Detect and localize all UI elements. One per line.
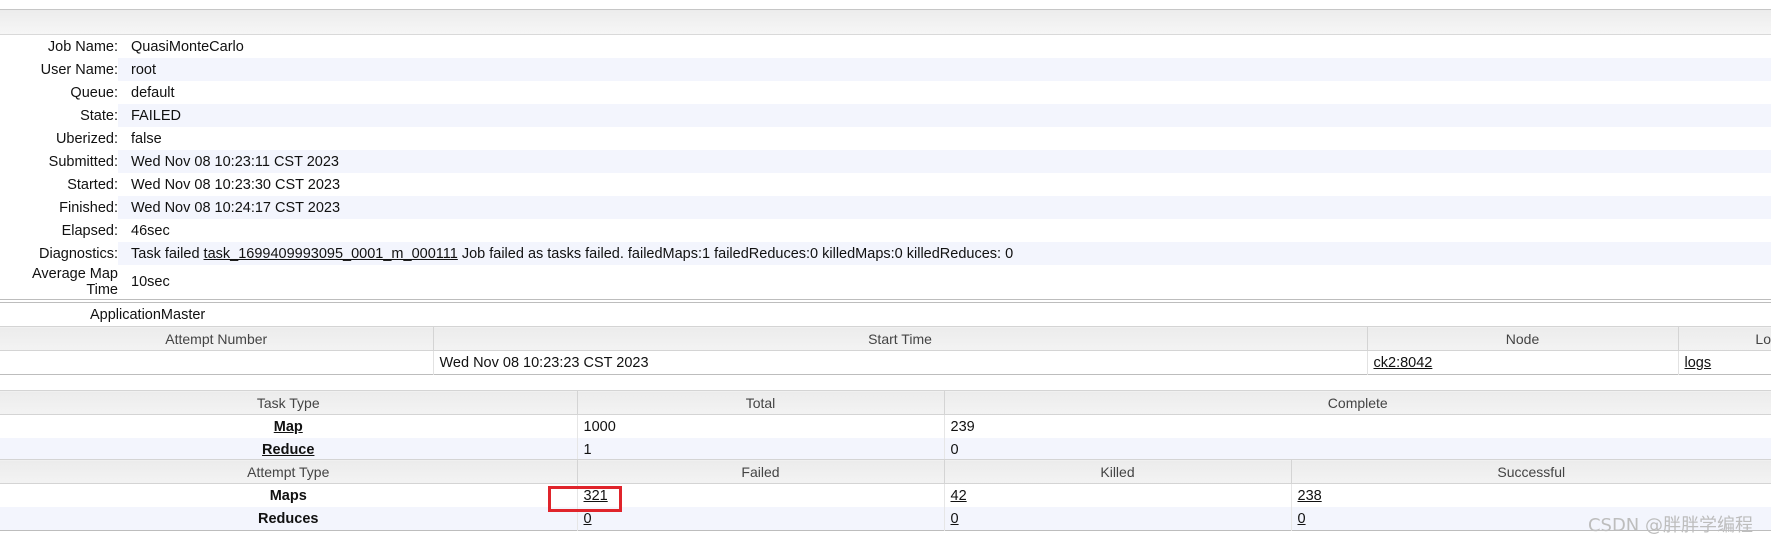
failed-task-link[interactable]: task_1699409993095_0001_m_000111 (204, 246, 458, 262)
column-header-logs[interactable]: Lo (1677, 326, 1771, 351)
info-label: Uberized: (55, 130, 118, 147)
killed-maps-link[interactable]: 42 (951, 488, 967, 504)
info-row-uberized: Uberized: false (0, 127, 1771, 150)
diagnostics-text: Job failed as tasks failed. failedMaps:1… (457, 245, 1014, 262)
column-header-total: Total (576, 390, 944, 415)
attempt-type-header-row: Attempt Type Failed Killed Successful (0, 459, 1771, 484)
info-label: Diagnostics: (39, 245, 118, 262)
info-value: default (131, 84, 175, 101)
info-value: FAILED (118, 104, 1771, 127)
column-header-complete: Complete (943, 390, 1771, 415)
column-header-node[interactable]: Node (1366, 326, 1678, 351)
attempt-summary-table: Attempt Type Failed Killed Successful Ma… (0, 459, 1771, 531)
complete-cell: 239 (943, 414, 1771, 438)
watermark: CSDN @胖胖学编程 (1587, 515, 1753, 536)
failed-cell: 321 (576, 483, 944, 507)
info-value: Task failed task_1699409993095_0001_m_00… (118, 242, 1771, 265)
column-header-start-time[interactable]: Start Time (432, 326, 1367, 351)
info-value: Wed Nov 08 10:24:17 CST 2023 (118, 196, 1771, 219)
info-label: Started: (67, 176, 118, 193)
total-cell: 1 (576, 438, 944, 462)
application-master-caption: ApplicationMaster (0, 302, 1771, 327)
column-header-attempt-type: Attempt Type (0, 459, 577, 484)
info-label: Submitted: (48, 153, 118, 170)
killed-reduces-link[interactable]: 0 (951, 511, 959, 527)
table-row: Wed Nov 08 10:23:23 CST 2023 ck2:8042 lo… (0, 350, 1771, 375)
attempt-type-cell: Maps (269, 487, 307, 504)
task-type-cell: Map (0, 415, 577, 439)
info-row-queue: Queue: default (0, 81, 1771, 104)
info-label: User Name: (40, 61, 118, 78)
info-label: Job Name: (47, 38, 118, 55)
info-row-user-name: User Name: root (0, 58, 1771, 81)
application-master-caption-row: ApplicationMaster (0, 302, 1771, 327)
info-row-state: State: FAILED (0, 104, 1771, 127)
column-header-task-type: Task Type (0, 390, 577, 415)
successful-reduces-link[interactable]: 0 (1298, 511, 1306, 527)
info-value: QuasiMonteCarlo (131, 38, 244, 55)
info-label: Average Map Time (32, 266, 118, 298)
table-row: Reduce 1 0 (0, 438, 1771, 462)
killed-cell: 42 (943, 483, 1291, 507)
total-cell: 1000 (576, 414, 944, 438)
attempt-number-cell (0, 351, 433, 375)
info-value: 10sec (131, 274, 170, 290)
red-highlight-box (548, 486, 622, 512)
info-label: State: (80, 107, 118, 124)
info-row-submitted: Submitted: Wed Nov 08 10:23:11 CST 2023 (0, 150, 1771, 173)
task-summary-table: Task Type Total Complete Map 1000 239 Re… (0, 390, 1771, 462)
info-value: false (131, 130, 162, 147)
info-value: Wed Nov 08 10:23:11 CST 2023 (118, 150, 1771, 173)
column-header-killed: Killed (943, 459, 1291, 484)
logs-cell: logs (1677, 350, 1771, 375)
info-row-average-map-time: Average Map Time 10sec (0, 265, 1771, 300)
start-time-cell: Wed Nov 08 10:23:23 CST 2023 (432, 350, 1367, 375)
table-row: Maps 321 42 238 (0, 483, 1771, 507)
column-header-successful: Successful (1290, 459, 1771, 484)
killed-cell: 0 (943, 507, 1291, 531)
successful-maps-link[interactable]: 238 (1298, 488, 1322, 504)
info-label: Finished: (59, 199, 118, 216)
logs-link[interactable]: logs (1685, 355, 1712, 371)
node-cell: ck2:8042 (1366, 350, 1678, 375)
info-row-diagnostics: Diagnostics: Task failed task_1699409993… (0, 242, 1771, 265)
table-row: Reduces 0 0 0 (0, 507, 1771, 531)
attempt-type-cell: Reduces (0, 507, 577, 531)
column-header-attempt-number[interactable]: Attempt Number (0, 326, 433, 351)
info-row-elapsed: Elapsed: 46sec (0, 219, 1771, 242)
failed-reduces-link[interactable]: 0 (584, 511, 592, 527)
map-tasks-link[interactable]: Map (274, 419, 303, 435)
info-value: Wed Nov 08 10:23:30 CST 2023 (131, 176, 341, 193)
diagnostics-prefix: Task failed (131, 245, 204, 262)
application-master-table: ApplicationMaster Attempt Number Start T… (0, 302, 1771, 375)
application-master-header-row: Attempt Number Start Time Node Lo (0, 326, 1771, 351)
task-type-cell: Reduce (0, 438, 577, 462)
column-header-failed: Failed (576, 459, 944, 484)
reduce-tasks-link[interactable]: Reduce (262, 442, 314, 458)
info-value: root (118, 58, 1771, 81)
node-link[interactable]: ck2:8042 (1374, 355, 1433, 371)
job-overview-table: Job Name: QuasiMonteCarlo User Name: roo… (0, 35, 1771, 300)
info-label: Elapsed: (61, 222, 118, 239)
failed-cell: 0 (576, 507, 944, 531)
info-value: 46sec (131, 222, 170, 239)
info-row-finished: Finished: Wed Nov 08 10:24:17 CST 2023 (0, 196, 1771, 219)
table-row: Map 1000 239 (0, 414, 1771, 439)
info-label: Queue: (70, 84, 118, 101)
page-header-bar (0, 9, 1771, 35)
task-type-header-row: Task Type Total Complete (0, 390, 1771, 415)
info-row-started: Started: Wed Nov 08 10:23:30 CST 2023 (0, 173, 1771, 196)
complete-cell: 0 (943, 438, 1771, 462)
successful-cell: 238 (1290, 483, 1771, 507)
info-row-job-name: Job Name: QuasiMonteCarlo (0, 35, 1771, 58)
